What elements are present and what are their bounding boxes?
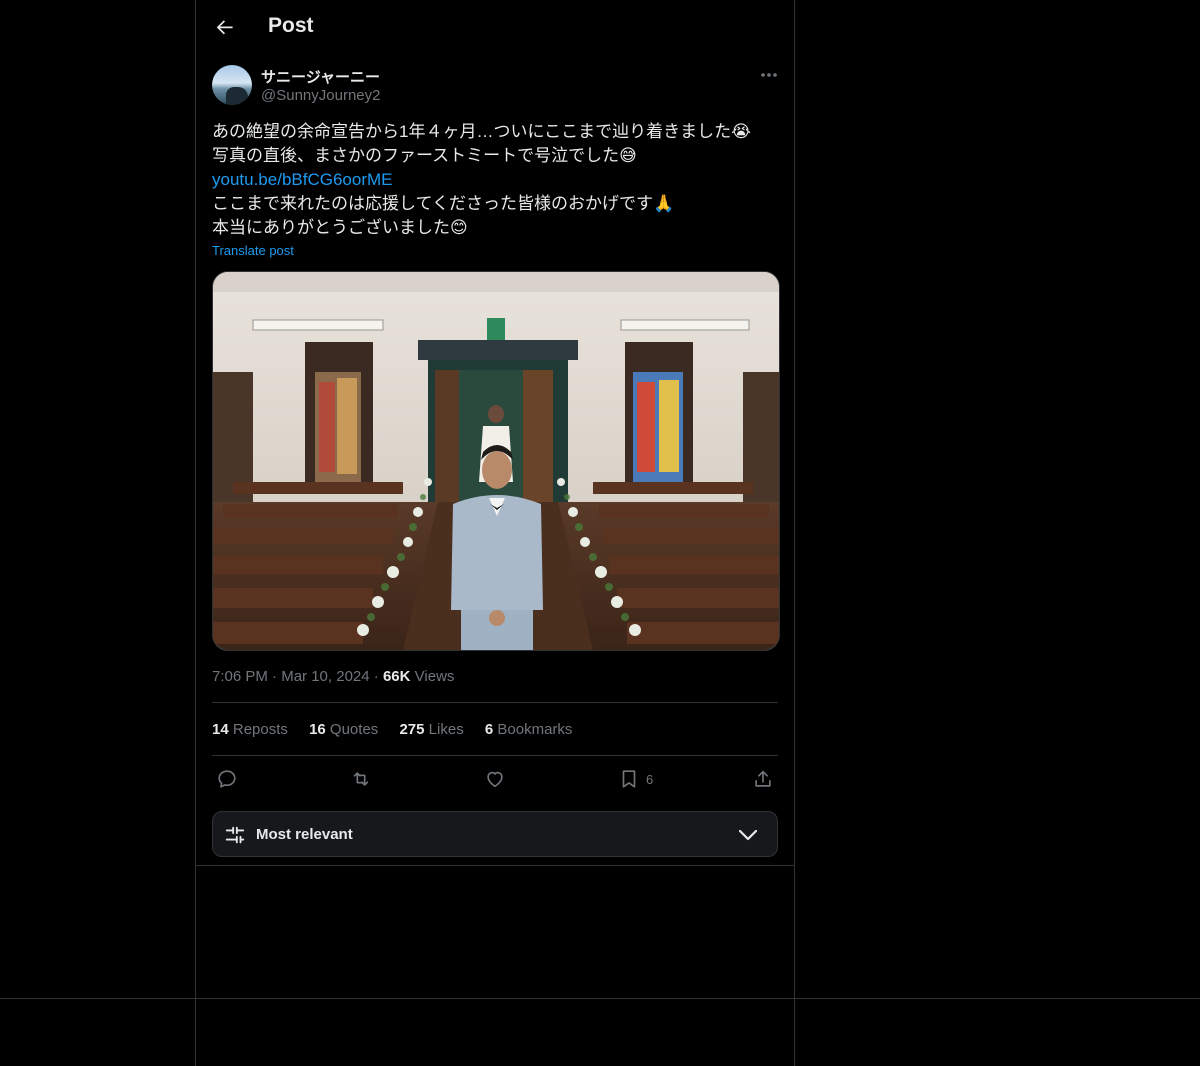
views-label: Views	[414, 668, 455, 685]
post-header: Post	[196, 0, 794, 54]
author-display-name[interactable]: サニージャーニー	[261, 66, 380, 87]
reply-button[interactable]	[216, 767, 238, 791]
post-date[interactable]: Mar 10, 2024	[281, 668, 369, 685]
post-line: あの絶望の余命宣告から1年４ヶ月…ついにここまで辿り着きました😭	[212, 122, 751, 141]
post-time[interactable]: 7:06 PM	[212, 668, 268, 685]
post-link[interactable]: youtu.be/bBfCG6oorME	[212, 170, 392, 189]
page-title: Post	[268, 14, 314, 37]
avatar[interactable]	[212, 65, 252, 105]
repost-icon	[353, 772, 369, 786]
primary-column: Post サニージャーニー @SunnyJourney2 あの絶望の余命宣告から…	[195, 0, 795, 1066]
engagement-stats: 14 Reposts 16 Quotes 275 Likes 6 Bookmar…	[212, 721, 589, 738]
post-line: ここまで来れたのは応援してくださった皆様のおかげです🙏	[212, 194, 675, 213]
divider	[212, 755, 778, 756]
bookmark-button[interactable]: 6	[618, 767, 653, 791]
translate-post-link[interactable]: Translate post	[212, 243, 294, 258]
post-meta: 7:06 PM · Mar 10, 2024 · 66K Views	[212, 668, 455, 685]
heart-icon	[487, 771, 503, 788]
like-button[interactable]	[484, 767, 506, 791]
quotes-stat[interactable]: 16 Quotes	[309, 721, 378, 738]
share-icon	[755, 770, 771, 787]
reposts-stat[interactable]: 14 Reposts	[212, 721, 288, 738]
repost-button[interactable]	[350, 767, 372, 791]
wedding-chapel-photo	[213, 272, 779, 650]
bookmarks-stat[interactable]: 6 Bookmarks	[485, 721, 573, 738]
sort-label: Most relevant	[256, 826, 353, 843]
post-photo[interactable]	[212, 271, 780, 651]
divider	[196, 865, 794, 866]
chevron-down-icon	[738, 829, 758, 841]
views-count: 66K	[382, 668, 411, 685]
share-button[interactable]	[752, 767, 774, 791]
reply-sort-dropdown[interactable]: Most relevant	[212, 811, 778, 857]
sliders-icon	[225, 826, 245, 844]
likes-stat[interactable]: 275 Likes	[399, 721, 463, 738]
post-line: 写真の直後、まさかのファーストミートで号泣でした😅	[212, 146, 637, 165]
post-text: あの絶望の余命宣告から1年４ヶ月…ついにここまで辿り着きました😭 写真の直後、ま…	[212, 120, 778, 240]
reply-icon	[218, 770, 236, 788]
post-line: 本当にありがとうございました😊	[212, 218, 468, 237]
author-handle[interactable]: @SunnyJourney2	[261, 87, 380, 104]
bookmark-icon	[622, 770, 636, 788]
divider	[212, 702, 778, 703]
arrow-left-icon[interactable]	[212, 14, 238, 40]
bookmark-count: 6	[646, 771, 654, 787]
more-horizontal-icon[interactable]	[758, 66, 780, 84]
